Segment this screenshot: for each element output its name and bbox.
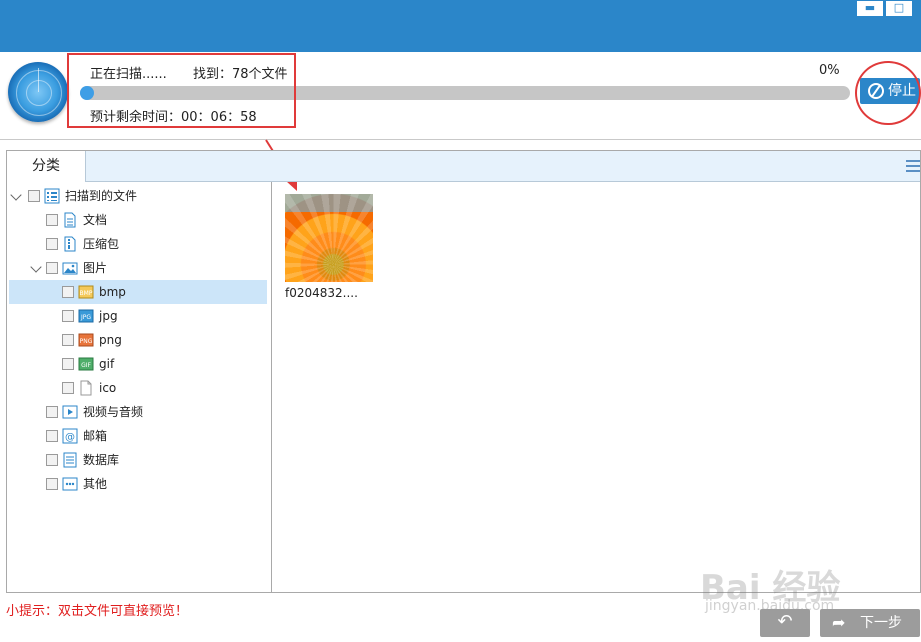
file-icon	[78, 380, 94, 396]
tree-node-png[interactable]: PNG png	[7, 328, 272, 352]
tree-node-root[interactable]: 扫描到的文件	[7, 184, 272, 208]
tree-node-ico[interactable]: ico	[7, 376, 272, 400]
list-icon	[44, 188, 60, 204]
database-icon	[62, 452, 78, 468]
file-thumbnail[interactable]	[285, 194, 373, 282]
svg-text:@: @	[65, 432, 75, 443]
tree-node-gif[interactable]: GIF gif	[7, 352, 272, 376]
category-tree: 扫描到的文件 文档 压缩包 图片 BMP bmp JPG jpg PNG png…	[7, 182, 272, 592]
file-name[interactable]: f0204832....	[285, 286, 385, 300]
tree-node-label: 文档	[83, 213, 108, 227]
tree-node-email[interactable]: @ 邮箱	[7, 424, 272, 448]
image-icon	[62, 260, 78, 276]
checkbox[interactable]	[46, 238, 58, 250]
chevron-down-icon[interactable]	[10, 189, 22, 201]
png-icon: PNG	[78, 332, 94, 348]
checkbox[interactable]	[62, 334, 74, 346]
tree-node-label: bmp	[99, 285, 126, 299]
svg-text:PNG: PNG	[80, 338, 93, 345]
tree-node-label: 图片	[83, 261, 108, 275]
tree-node-label: 视频与音频	[83, 405, 144, 419]
svg-text:JPG: JPG	[80, 314, 91, 321]
tree-node-jpg[interactable]: JPG jpg	[7, 304, 272, 328]
back-button[interactable]: ↶	[760, 609, 810, 637]
tab-strip: 分类	[7, 151, 920, 182]
hint-text: 小提示：双击文件可直接预览！	[6, 604, 189, 619]
minimize-button[interactable]: ▬	[856, 0, 884, 17]
tab-category[interactable]: 分类	[7, 151, 86, 182]
tree-node-database[interactable]: 数据库	[7, 448, 272, 472]
tree-node-label: 扫描到的文件	[65, 189, 138, 203]
svg-text:GIF: GIF	[81, 362, 91, 369]
checkbox[interactable]	[46, 406, 58, 418]
tree-node-other[interactable]: 其他	[7, 472, 272, 496]
archive-icon	[62, 236, 78, 252]
tree-node-video-audio[interactable]: 视频与音频	[7, 400, 272, 424]
tree-node-bmp[interactable]: BMP bmp	[9, 280, 267, 304]
jpg-icon: JPG	[78, 308, 94, 324]
checkbox[interactable]	[46, 214, 58, 226]
main-panel: 分类 扫描到的文件 文档 压缩包 图片 BMP bmp JPG jpg PNG …	[6, 150, 921, 593]
checkbox[interactable]	[46, 430, 58, 442]
document-icon	[62, 212, 78, 228]
video-icon	[62, 404, 78, 420]
tree-node-label: 压缩包	[83, 237, 120, 251]
tree-node-archives[interactable]: 压缩包	[7, 232, 272, 256]
tree-node-label: jpg	[99, 309, 118, 323]
radar-icon	[8, 62, 68, 122]
menu-icon[interactable]	[906, 160, 920, 172]
tree-node-label: 数据库	[83, 453, 120, 467]
chevron-down-icon[interactable]	[30, 261, 42, 273]
tree-node-label: 其他	[83, 477, 108, 491]
tree-node-label: png	[99, 333, 122, 347]
checkbox[interactable]	[46, 454, 58, 466]
checkbox[interactable]	[62, 286, 74, 298]
progress-percent: 0%	[819, 63, 840, 78]
scan-status-bar: 正在扫描...... 找到：78个文件 0% 预计剩余时间：00：06：58 停…	[0, 52, 921, 140]
at-icon: @	[62, 428, 78, 444]
tree-node-documents[interactable]: 文档	[7, 208, 272, 232]
more-icon	[62, 476, 78, 492]
checkbox[interactable]	[62, 358, 74, 370]
highlight-box	[67, 53, 296, 128]
tree-node-label: gif	[99, 357, 115, 371]
bmp-icon: BMP	[78, 284, 94, 300]
checkbox[interactable]	[46, 262, 58, 274]
tree-node-label: ico	[99, 381, 117, 395]
svg-text:BMP: BMP	[80, 290, 93, 297]
maximize-button[interactable]: □	[885, 0, 913, 17]
checkbox[interactable]	[46, 478, 58, 490]
tree-node-label: 邮箱	[83, 429, 108, 443]
file-grid: f0204832....	[273, 182, 920, 592]
checkbox[interactable]	[62, 382, 74, 394]
next-button-label: 下一步	[860, 615, 902, 631]
tree-node-images[interactable]: 图片	[7, 256, 272, 280]
next-arrow-icon: ➦	[832, 613, 846, 632]
title-bar: ▬ □	[0, 0, 921, 52]
checkbox[interactable]	[62, 310, 74, 322]
checkbox[interactable]	[28, 190, 40, 202]
gif-icon: GIF	[78, 356, 94, 372]
highlight-circle	[855, 61, 921, 125]
next-button[interactable]: ➦ 下一步	[820, 609, 920, 637]
